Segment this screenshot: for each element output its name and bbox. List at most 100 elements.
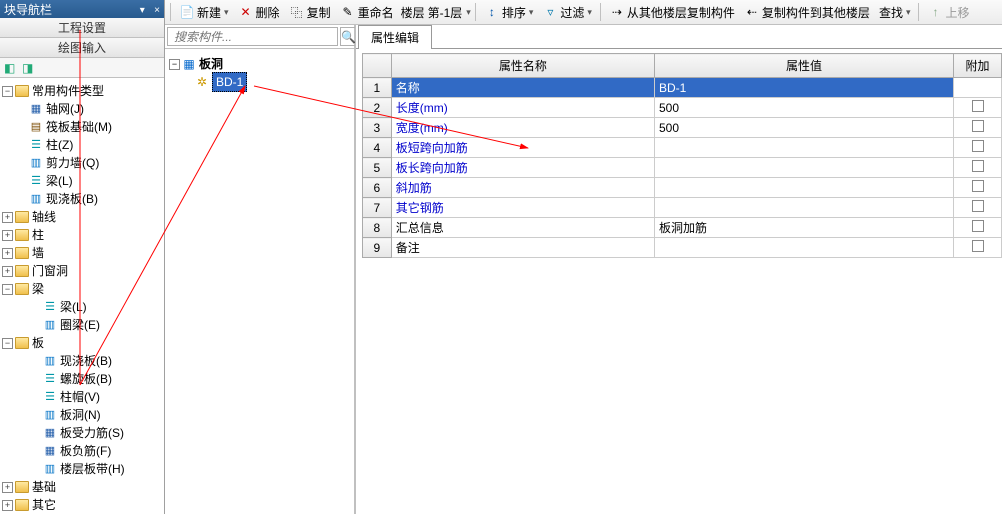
tree-label: 板负筋(F) — [60, 442, 111, 460]
property-value[interactable] — [654, 238, 953, 258]
tree-folder[interactable]: −常用构件类型 — [2, 82, 162, 100]
property-value[interactable]: 500 — [654, 118, 953, 138]
property-value[interactable]: BD-1 — [654, 78, 953, 98]
tab-project[interactable]: 工程设置 — [0, 18, 164, 38]
teal-icon: ☰ — [43, 300, 57, 314]
property-row[interactable]: 1名称BD-1 — [363, 78, 1002, 98]
nav-tree: −常用构件类型▦轴网(J)▤筏板基础(M)☰柱(Z)▥剪力墙(Q)☰梁(L)▥现… — [0, 78, 164, 514]
tree-folder[interactable]: + 轴线 — [2, 208, 162, 226]
property-row[interactable]: 5板长跨向加筋 — [363, 158, 1002, 178]
expand-icon[interactable]: + — [2, 212, 13, 223]
property-row[interactable]: 3宽度(mm)500 — [363, 118, 1002, 138]
property-attach[interactable] — [954, 198, 1002, 218]
tree-leaf[interactable]: ▤筏板基础(M) — [2, 118, 162, 136]
tree-leaf[interactable]: ▥现浇板(B) — [2, 352, 162, 370]
expand-icon[interactable]: + — [2, 482, 13, 493]
tab-draw[interactable]: 绘图输入 — [0, 38, 164, 58]
checkbox[interactable] — [972, 240, 984, 252]
tree-leaf[interactable]: ▥板洞(N) — [2, 406, 162, 424]
expand-icon[interactable]: − — [2, 86, 13, 97]
tree-leaf[interactable]: ☰梁(L) — [2, 172, 162, 190]
expand-icon[interactable]: + — [2, 266, 13, 277]
search-input[interactable] — [167, 27, 338, 46]
tree-folder[interactable]: +柱 — [2, 226, 162, 244]
checkbox[interactable] — [972, 160, 984, 172]
property-row[interactable]: 9备注 — [363, 238, 1002, 258]
property-value[interactable]: 板洞加筋 — [654, 218, 953, 238]
collapse-icon[interactable]: − — [169, 59, 180, 70]
tab-property-edit[interactable]: 属性编辑 — [358, 25, 432, 49]
delete-button[interactable]: ✕删除 — [234, 1, 284, 23]
property-attach[interactable] — [954, 98, 1002, 118]
tree-leaf[interactable]: ▦板负筋(F) — [2, 442, 162, 460]
tree-folder[interactable]: −板 — [2, 334, 162, 352]
property-row[interactable]: 4板短跨向加筋 — [363, 138, 1002, 158]
tree-leaf[interactable]: ☰梁(L) — [2, 298, 162, 316]
property-tabbar: 属性编辑 — [356, 25, 1002, 49]
property-attach[interactable] — [954, 238, 1002, 258]
tree-folder[interactable]: +其它 — [2, 496, 162, 514]
mini-icon-2[interactable]: ◨ — [22, 61, 36, 75]
tree-folder[interactable]: −梁 — [2, 280, 162, 298]
new-button[interactable]: 📄新建▾ — [175, 1, 233, 23]
close-icon[interactable]: × — [154, 5, 160, 16]
expand-icon[interactable]: − — [2, 338, 13, 349]
folder-icon — [15, 211, 29, 223]
property-value[interactable]: 500 — [654, 98, 953, 118]
floor-value[interactable]: 第-1层 — [428, 4, 463, 21]
property-attach[interactable] — [954, 78, 1002, 98]
find-button[interactable]: 查找▾ — [875, 1, 915, 23]
tree-leaf[interactable]: ▦轴网(J) — [2, 100, 162, 118]
checkbox[interactable] — [972, 180, 984, 192]
expand-icon[interactable]: + — [2, 230, 13, 241]
tree-folder[interactable]: +门窗洞 — [2, 262, 162, 280]
property-value[interactable] — [654, 158, 953, 178]
tree-leaf[interactable]: ▦板受力筋(S) — [2, 424, 162, 442]
property-attach[interactable] — [954, 118, 1002, 138]
tree-leaf[interactable]: ▥圈梁(E) — [2, 316, 162, 334]
pin-icon[interactable]: ▾ — [140, 5, 145, 16]
up-icon: ↑ — [927, 4, 943, 20]
copy-from-other-button[interactable]: ⇢从其他楼层复制构件 — [605, 1, 739, 23]
mini-icon-1[interactable]: ◧ — [4, 61, 18, 75]
property-value[interactable] — [654, 198, 953, 218]
checkbox[interactable] — [972, 100, 984, 112]
property-row[interactable]: 2长度(mm)500 — [363, 98, 1002, 118]
property-value[interactable] — [654, 178, 953, 198]
component-item[interactable]: ✲ BD-1 — [169, 73, 350, 91]
property-row[interactable]: 8汇总信息板洞加筋 — [363, 218, 1002, 238]
checkbox[interactable] — [972, 120, 984, 132]
copy-button[interactable]: ⿻复制 — [285, 1, 335, 23]
checkbox[interactable] — [972, 220, 984, 232]
sort-button[interactable]: ↕排序▾ — [480, 1, 538, 23]
expand-icon[interactable]: + — [2, 500, 13, 511]
expand-icon[interactable]: + — [2, 248, 13, 259]
property-row[interactable]: 7其它钢筋 — [363, 198, 1002, 218]
property-attach[interactable] — [954, 158, 1002, 178]
tree-leaf[interactable]: ▥剪力墙(Q) — [2, 154, 162, 172]
tree-label: 轴线 — [32, 208, 56, 226]
rename-button[interactable]: ✎重命名 — [336, 1, 398, 23]
tree-leaf[interactable]: ☰柱(Z) — [2, 136, 162, 154]
property-value[interactable] — [654, 138, 953, 158]
property-attach[interactable] — [954, 138, 1002, 158]
tree-leaf[interactable]: ▥现浇板(B) — [2, 190, 162, 208]
floor-label: 楼层 — [401, 4, 425, 21]
property-row[interactable]: 6斜加筋 — [363, 178, 1002, 198]
tree-label: 现浇板(B) — [46, 190, 98, 208]
expand-icon[interactable]: − — [2, 284, 13, 295]
tree-leaf[interactable]: ☰柱帽(V) — [2, 388, 162, 406]
component-group[interactable]: − ▦ 板洞 — [169, 55, 350, 73]
property-attach[interactable] — [954, 218, 1002, 238]
tree-leaf[interactable]: ▥楼层板带(H) — [2, 460, 162, 478]
property-attach[interactable] — [954, 178, 1002, 198]
tree-folder[interactable]: +基础 — [2, 478, 162, 496]
checkbox[interactable] — [972, 140, 984, 152]
chevron-down-icon[interactable]: ▾ — [466, 7, 471, 18]
tree-leaf[interactable]: ☰螺旋板(B) — [2, 370, 162, 388]
filter-button[interactable]: ▿过滤▾ — [538, 1, 596, 23]
tree-folder[interactable]: +墙 — [2, 244, 162, 262]
blue-icon: ▥ — [29, 156, 43, 170]
copy-to-other-button[interactable]: ⇠复制构件到其他楼层 — [740, 1, 874, 23]
checkbox[interactable] — [972, 200, 984, 212]
